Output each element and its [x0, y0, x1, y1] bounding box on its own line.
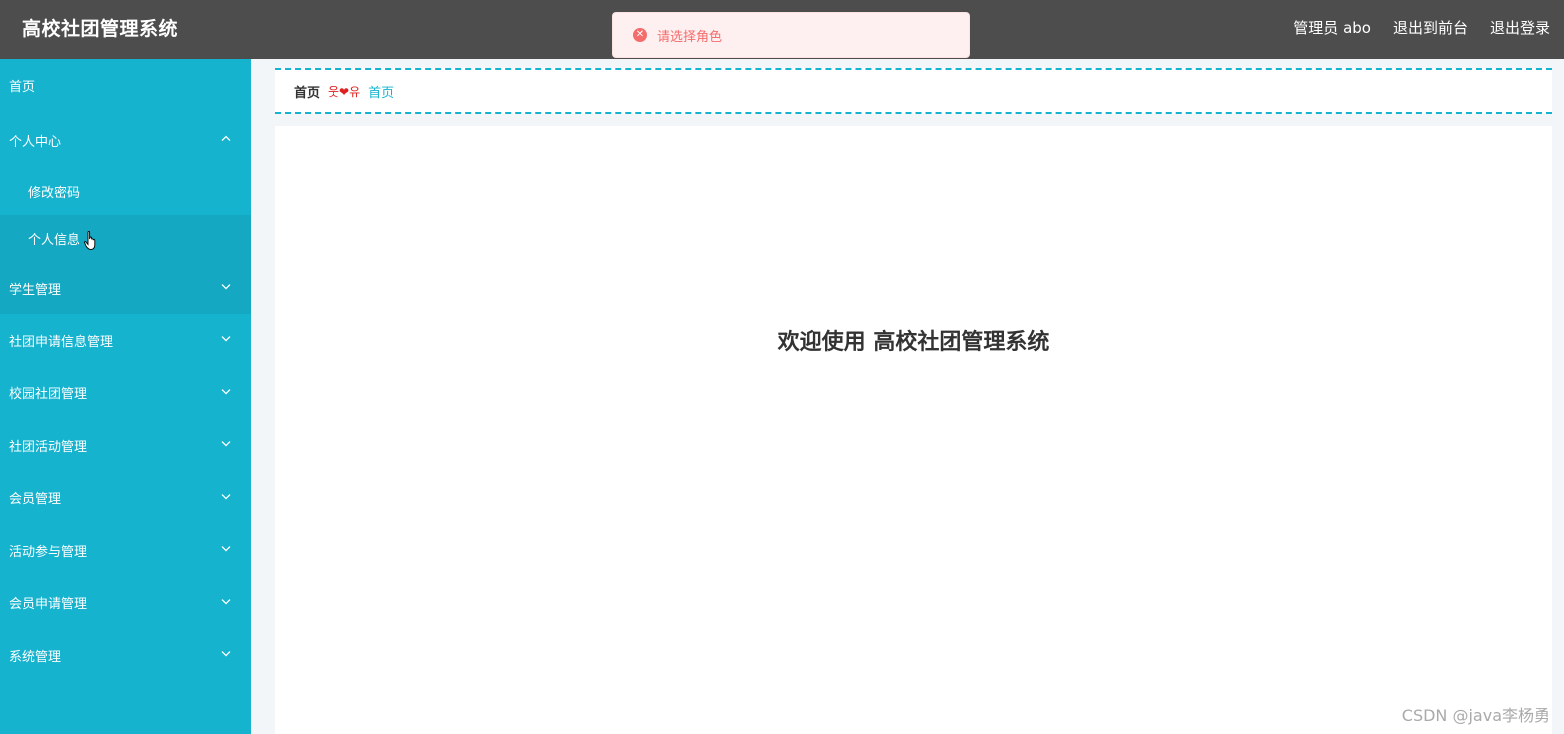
sidebar-subitem-change-password[interactable]: 修改密码	[0, 168, 251, 215]
sidebar-item-label: 个人中心	[9, 134, 62, 150]
header-actions: 管理员 abo 退出到前台 退出登录	[1293, 17, 1550, 38]
main-content: 首页 웃❤유 首页 欢迎使用 高校社团管理系统	[275, 59, 1552, 734]
toast-message: 请选择角色	[657, 29, 723, 45]
hand-cursor-icon	[84, 231, 96, 250]
welcome-heading: 欢迎使用 高校社团管理系统	[777, 330, 1050, 355]
sidebar-item-club-application-info[interactable]: 社团申请信息管理	[0, 314, 251, 366]
sidebar-item-label: 校园社团管理	[9, 387, 88, 402]
sidebar-item-label: 活动参与管理	[9, 544, 88, 560]
sidebar-item-label: 首页	[9, 80, 36, 95]
sidebar-item-system[interactable]: 系统管理	[0, 629, 251, 681]
chevron-down-icon	[221, 441, 231, 447]
chevron-down-icon	[221, 336, 231, 342]
breadcrumb-home: 首页	[294, 85, 321, 101]
to-front-button[interactable]: 退出到前台	[1393, 17, 1468, 38]
watermark: CSDN @java李杨勇	[1401, 706, 1550, 725]
breadcrumb-separator: 웃❤유	[328, 84, 361, 99]
sidebar-subitem-personal-info[interactable]: 个人信息	[0, 215, 251, 262]
sidebar-item-member-application[interactable]: 会员申请管理	[0, 576, 251, 629]
sidebar-item-label: 会员管理	[9, 492, 62, 507]
sidebar-item-label: 社团申请信息管理	[9, 334, 114, 350]
sidebar-item-student-management[interactable]: 学生管理	[0, 262, 251, 314]
sidebar-item-label: 系统管理	[9, 649, 62, 665]
breadcrumb-current[interactable]: 首页	[368, 82, 394, 101]
sidebar-item-personal-center[interactable]: 个人中心	[0, 112, 251, 168]
sidebar-subitem-label: 修改密码	[28, 186, 81, 201]
sidebar-item-home[interactable]: 首页	[0, 59, 251, 112]
user-label: 管理员 abo	[1293, 19, 1371, 37]
sidebar-item-member[interactable]: 会员管理	[0, 471, 251, 524]
chevron-up-icon	[221, 135, 231, 142]
sidebar: 首页 个人中心 修改密码 个人信息 学生管理 社团申请信息管理 校园社团管理 社…	[0, 59, 251, 734]
error-toast: ✕ 请选择角色	[612, 12, 970, 58]
sidebar-subitem-label: 个人信息	[28, 233, 81, 248]
chevron-down-icon	[221, 493, 231, 500]
app-title: 高校社团管理系统	[22, 18, 179, 40]
error-circle-icon: ✕	[633, 28, 647, 42]
sidebar-item-label: 学生管理	[9, 282, 62, 298]
content-panel	[275, 126, 1552, 734]
chevron-down-icon	[221, 598, 231, 605]
chevron-down-icon	[221, 388, 231, 395]
chevron-down-icon	[221, 651, 231, 657]
sidebar-item-label: 社团活动管理	[9, 439, 88, 455]
sidebar-item-activity-participation[interactable]: 活动参与管理	[0, 524, 251, 576]
sidebar-item-label: 会员申请管理	[9, 597, 88, 612]
sidebar-item-campus-club[interactable]: 校园社团管理	[0, 366, 251, 419]
breadcrumb: 首页 웃❤유 首页	[275, 68, 1552, 114]
chevron-down-icon	[221, 546, 231, 552]
sidebar-item-club-activity[interactable]: 社团活动管理	[0, 419, 251, 471]
logout-button[interactable]: 退出登录	[1490, 17, 1550, 38]
chevron-down-icon	[221, 284, 231, 290]
